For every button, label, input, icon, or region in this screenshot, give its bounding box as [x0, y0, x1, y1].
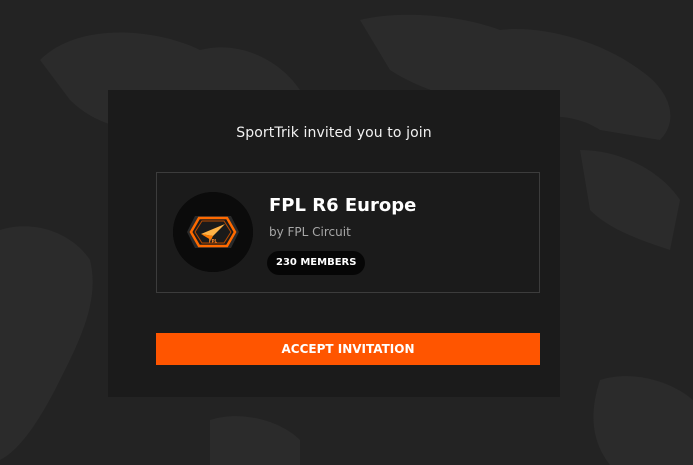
team-name: FPL R6 Europe: [269, 195, 417, 216]
team-owner: by FPL Circuit: [269, 225, 351, 239]
team-info-box: FPL FPL R6 Europe by FPL Circuit 230 MEM…: [156, 172, 540, 293]
members-count-badge: 230 MEMBERS: [267, 251, 366, 275]
fpl-hexagon-logo-icon: FPL: [173, 192, 253, 272]
invitation-message: SportTrik invited you to join: [236, 125, 432, 141]
invitation-card: SportTrik invited you to join FPL FPL R6…: [108, 90, 560, 397]
logo-text: FPL: [209, 239, 218, 244]
accept-invitation-button[interactable]: ACCEPT INVITATION: [156, 333, 540, 365]
team-avatar: FPL: [173, 192, 253, 272]
